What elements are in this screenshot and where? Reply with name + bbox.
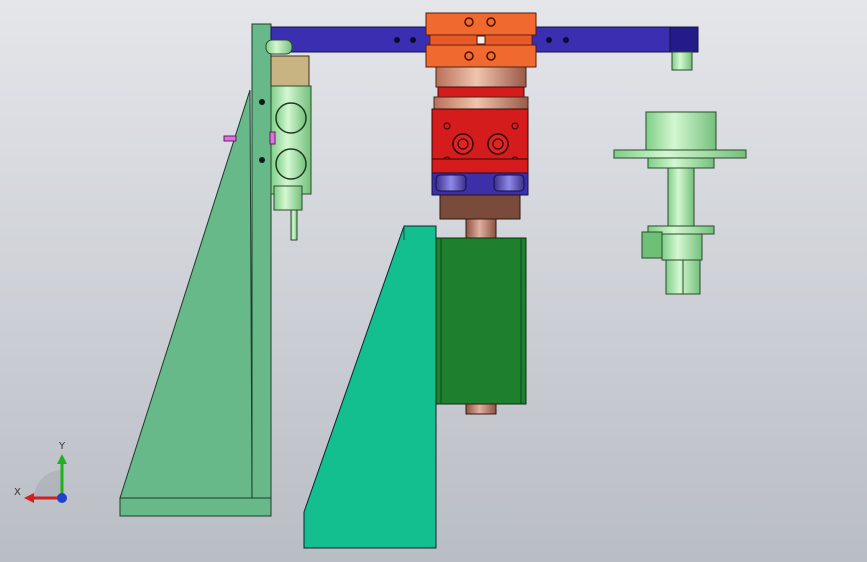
top-clamp-block[interactable] xyxy=(425,12,537,68)
left-support-plate[interactable] xyxy=(119,23,272,517)
right-cylinder-assembly[interactable] xyxy=(613,111,747,295)
center-support-plate[interactable] xyxy=(303,225,437,549)
y-axis-label: Y xyxy=(59,441,66,452)
coordinate-triad: Y X xyxy=(14,440,84,510)
rotary-actuator[interactable] xyxy=(431,66,529,240)
cad-viewport[interactable]: Y X xyxy=(0,0,867,562)
actuator-port-left xyxy=(452,133,474,155)
assembly-model[interactable] xyxy=(0,0,867,562)
motor-housing[interactable] xyxy=(435,237,527,415)
triad-axes xyxy=(24,454,67,503)
x-axis-label: X xyxy=(14,487,21,498)
actuator-port-right xyxy=(487,133,509,155)
